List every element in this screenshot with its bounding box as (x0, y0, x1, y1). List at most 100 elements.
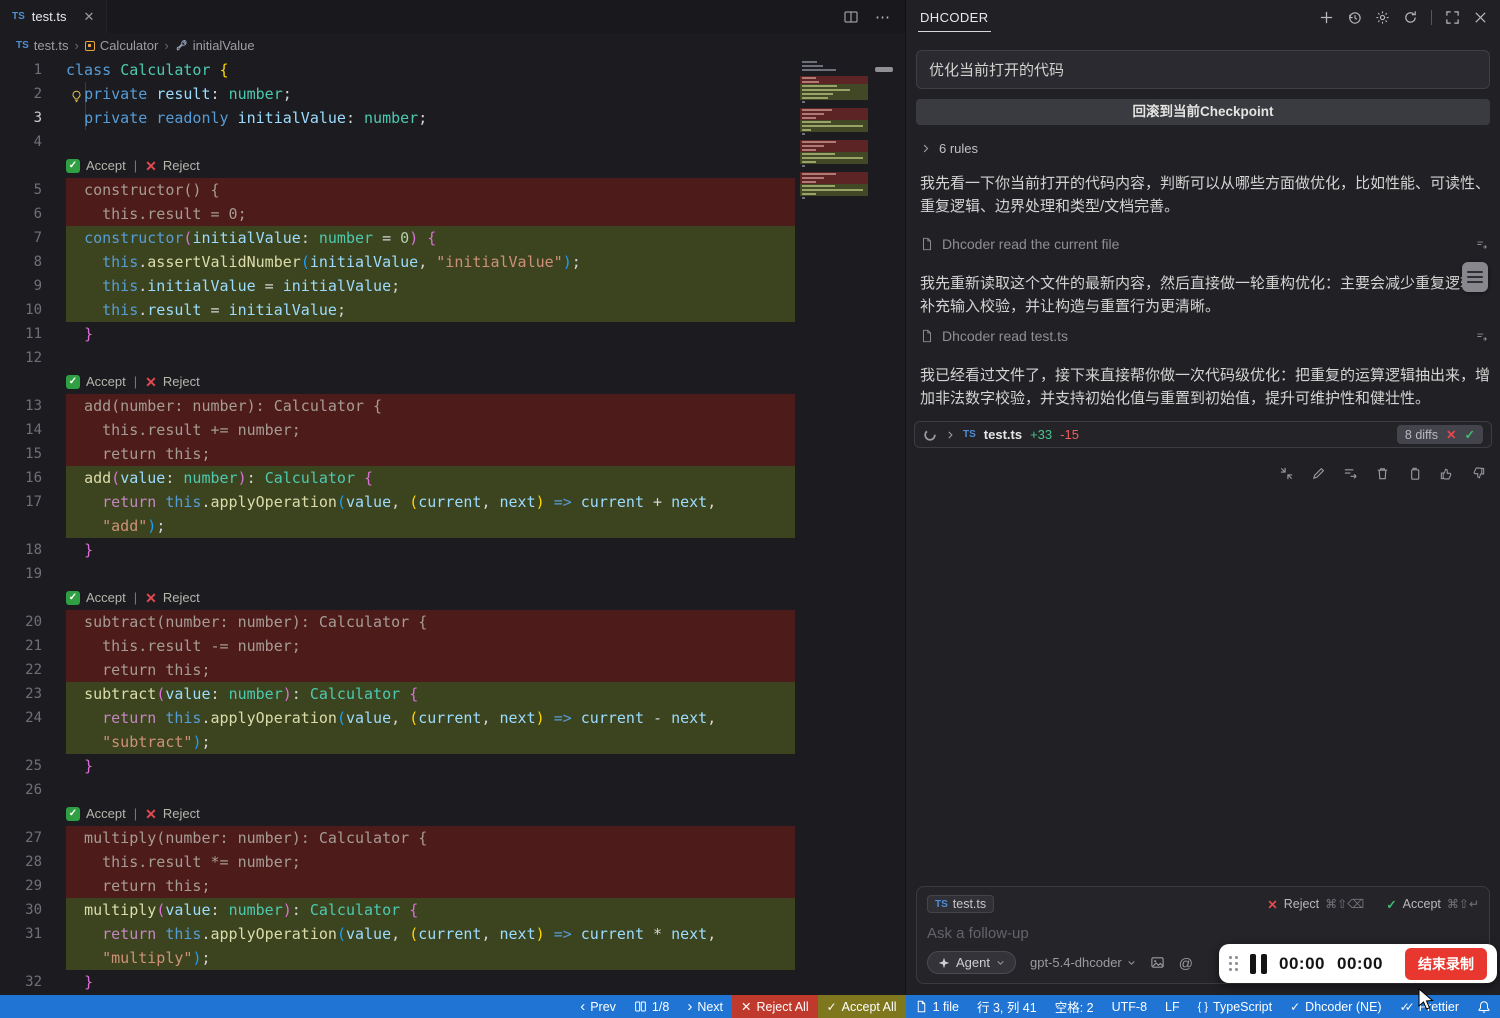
prev-diff-button[interactable]: ‹Prev (571, 995, 625, 1018)
reject-changes-button[interactable]: ✕ Reject ⌘⇧⌫ (1267, 897, 1364, 912)
reject-button[interactable]: Reject (163, 154, 200, 178)
tool-expand-icon[interactable] (1475, 238, 1488, 251)
code-line: 25 } (0, 754, 905, 778)
drag-handle-icon[interactable] (1229, 956, 1238, 971)
code-line: "subtract"); (0, 730, 905, 754)
minimap[interactable] (800, 60, 868, 204)
reject-x-icon: ✕ (145, 370, 157, 394)
accept-button[interactable]: Accept (86, 370, 126, 394)
indentation-setting[interactable]: 空格: 2 (1046, 995, 1103, 1018)
code-line: 11 } (0, 322, 905, 346)
accept-button[interactable]: Accept (86, 586, 126, 610)
refresh-icon[interactable] (1403, 10, 1418, 25)
line-number: 24 (0, 706, 66, 730)
dhcoder-status[interactable]: ✓Dhcoder (NE) (1281, 995, 1390, 1018)
copy-icon[interactable] (1407, 466, 1422, 481)
floating-menu-handle[interactable] (1462, 262, 1488, 292)
eol-setting[interactable]: LF (1156, 995, 1189, 1018)
breadcrumb-file[interactable]: TStest.ts (16, 38, 68, 53)
tab-test-ts[interactable]: TS test.ts ✕ (0, 0, 107, 33)
close-panel-icon[interactable] (1473, 10, 1488, 25)
braces-icon: { } (1198, 1001, 1208, 1013)
mention-icon[interactable]: @ (1179, 955, 1193, 971)
reject-button[interactable]: Reject (163, 370, 200, 394)
attach-image-icon[interactable] (1150, 955, 1165, 970)
encoding-setting[interactable]: UTF-8 (1103, 995, 1156, 1018)
pause-button[interactable] (1250, 954, 1267, 974)
breadcrumb-field[interactable]: initialValue (175, 38, 255, 53)
line-number: 8 (0, 250, 66, 274)
accept-button[interactable]: Accept (86, 154, 126, 178)
files-indicator[interactable]: 1 file (906, 995, 968, 1018)
chevron-right-icon (945, 430, 955, 440)
thumbs-up-icon[interactable] (1439, 466, 1454, 481)
agent-mode-selector[interactable]: Agent (927, 951, 1016, 974)
code-line: 13 add(number: number): Calculator { (0, 394, 905, 418)
diff-pager[interactable]: 1/8 (625, 995, 678, 1018)
tab-title: test.ts (32, 9, 67, 24)
tool-expand-icon[interactable] (1475, 330, 1488, 343)
rules-expander[interactable]: 6 rules (920, 141, 978, 156)
language-mode[interactable]: { }TypeScript (1189, 995, 1281, 1018)
accept-all-button[interactable]: ✓Accept All (818, 995, 906, 1018)
cursor-position[interactable]: 行 3, 列 41 (968, 995, 1046, 1018)
code-text (66, 346, 795, 370)
reject-button[interactable]: Reject (163, 586, 200, 610)
reject-all-button[interactable]: ✕Reject All (732, 995, 818, 1018)
minimap-slider[interactable] (875, 67, 893, 72)
app-window: TS test.ts ✕ ⋯ TStest.ts › Calculator › … (0, 0, 1500, 1018)
code-line: 12 (0, 346, 905, 370)
next-diff-button[interactable]: ›Next (678, 995, 732, 1018)
added-code-line: return this.applyOperation(value, (curre… (66, 706, 795, 730)
delete-icon[interactable] (1375, 466, 1390, 481)
wrench-icon (175, 39, 188, 52)
edit-icon[interactable] (1311, 466, 1326, 481)
lines-added: +33 (1030, 427, 1052, 442)
tool-call-row[interactable]: Dhcoder read test.ts (920, 328, 1490, 344)
notifications-bell[interactable] (1468, 995, 1500, 1018)
model-selector[interactable]: gpt-5.4-dhcoder (1030, 955, 1136, 970)
line-number: 4 (0, 130, 66, 154)
accept-button[interactable]: Accept (86, 802, 126, 826)
reject-x-icon: ✕ (145, 802, 157, 826)
panel-tab-dhcoder[interactable]: DHCODER (918, 3, 991, 32)
followup-input[interactable]: Ask a follow-up (927, 925, 1479, 942)
added-code-line: multiply(value: number): Calculator { (66, 898, 795, 922)
tab-close-icon[interactable]: ✕ (83, 9, 94, 25)
removed-code-line: return this; (66, 442, 795, 466)
new-chat-icon[interactable] (1319, 10, 1334, 25)
expand-panel-icon[interactable] (1445, 10, 1460, 25)
collapse-icon[interactable] (1279, 466, 1294, 481)
thumbs-down-icon[interactable] (1471, 466, 1486, 481)
accept-diffs-icon[interactable]: ✓ (1465, 427, 1475, 442)
code-line: 21 this.result -= number; (0, 634, 905, 658)
code-line: 22 return this; (0, 658, 905, 682)
removed-code-line: this.result += number; (66, 418, 795, 442)
history-icon[interactable] (1347, 10, 1362, 25)
context-file-chip[interactable]: TS test.ts (927, 895, 994, 913)
line-number: 17 (0, 490, 66, 514)
reject-button[interactable]: Reject (163, 802, 200, 826)
code-line: 26 (0, 778, 905, 802)
spinner-icon (923, 428, 937, 442)
line-number: 16 (0, 466, 66, 490)
removed-code-line: this.result *= number; (66, 850, 795, 874)
message-action-icons (1279, 466, 1486, 481)
settings-gear-icon[interactable] (1375, 10, 1390, 25)
stop-recording-button[interactable]: 结束录制 (1405, 948, 1487, 980)
diff-lens-row: ✓Accept|✕Reject (0, 802, 905, 826)
insert-list-icon[interactable] (1343, 466, 1358, 481)
file-diff-row[interactable]: TS test.ts +33 -15 8 diffs ✕ ✓ (914, 421, 1492, 448)
code-text: class Calculator { (66, 58, 795, 82)
line-number: 14 (0, 418, 66, 442)
reject-diffs-icon[interactable]: ✕ (1446, 427, 1456, 442)
breadcrumb-class[interactable]: Calculator (85, 38, 159, 53)
line-number: 10 (0, 298, 66, 322)
rollback-checkpoint-button[interactable]: 回滚到当前Checkpoint (916, 99, 1490, 125)
accept-changes-button[interactable]: ✓ Accept ⌘⇧↵ (1386, 897, 1479, 912)
code-line: 29 return this; (0, 874, 905, 898)
accept-check-icon: ✓ (66, 375, 80, 389)
tool-call-row[interactable]: Dhcoder read the current file (920, 236, 1490, 252)
more-actions-icon[interactable]: ⋯ (875, 8, 891, 26)
split-editor-icon[interactable] (843, 9, 859, 25)
